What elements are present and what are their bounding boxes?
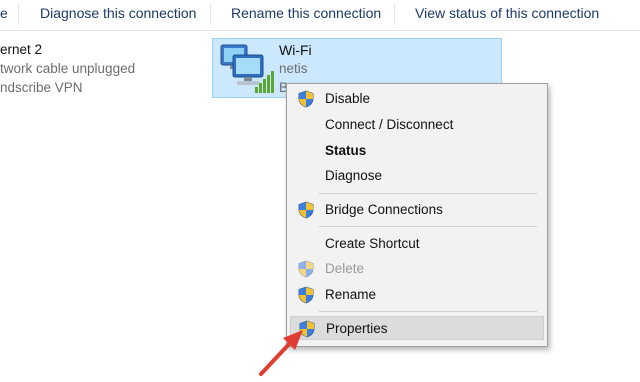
uac-shield-icon [298, 286, 314, 304]
toolbar-separator [210, 3, 211, 25]
menu-item-diagnose[interactable]: Diagnose [290, 164, 544, 188]
menu-item-delete: Delete [290, 257, 544, 281]
toolbar-cut-button[interactable]: e [0, 5, 8, 21]
uac-shield-icon [298, 201, 314, 219]
menu-item-label: Delete [325, 261, 365, 276]
menu-item-label: Create Shortcut [325, 236, 420, 251]
connection-name: ernet 2 [0, 42, 43, 57]
connection-ssid: netis [279, 61, 308, 76]
toolbar-separator [394, 3, 395, 25]
menu-item-label: Properties [326, 321, 388, 336]
menu-item-label: Connect / Disconnect [325, 117, 454, 132]
connection-name: Wi-Fi [279, 42, 312, 58]
connection-status: twork cable unplugged [0, 61, 136, 76]
network-computers-icon [220, 44, 274, 93]
menu-item-rename[interactable]: Rename [290, 283, 544, 307]
menu-item-label: Diagnose [325, 168, 383, 183]
uac-shield-icon [298, 90, 314, 108]
command-toolbar: e Diagnose this connection Rename this c… [0, 0, 640, 31]
menu-item-status[interactable]: Status [290, 139, 544, 163]
rename-connection-button[interactable]: Rename this connection [231, 5, 381, 21]
menu-separator [319, 193, 537, 194]
menu-item-properties[interactable]: Properties [290, 316, 544, 340]
menu-item-label: Bridge Connections [325, 202, 443, 217]
menu-item-create-shortcut[interactable]: Create Shortcut [290, 232, 544, 256]
uac-shield-icon [298, 260, 314, 278]
menu-item-disable[interactable]: Disable [290, 87, 544, 111]
diagnose-connection-button[interactable]: Diagnose this connection [40, 5, 196, 21]
menu-item-bridge-connections[interactable]: Bridge Connections [290, 198, 544, 222]
connection-item-ethernet[interactable]: ernet 2 twork cable unplugged ndscribe V… [0, 40, 135, 97]
toolbar-separator [18, 3, 19, 25]
menu-separator [319, 226, 537, 227]
context-menu: Disable Connect / Disconnect Status Diag… [286, 83, 548, 347]
menu-separator [319, 311, 537, 312]
red-arrow-annotation-icon [259, 330, 303, 376]
connection-device: ndscribe VPN [0, 80, 83, 95]
menu-item-label: Disable [325, 91, 371, 106]
menu-item-connect-disconnect[interactable]: Connect / Disconnect [290, 113, 544, 137]
menu-item-label: Status [325, 143, 367, 158]
menu-item-label: Rename [325, 287, 377, 302]
view-status-button[interactable]: View status of this connection [415, 5, 599, 21]
